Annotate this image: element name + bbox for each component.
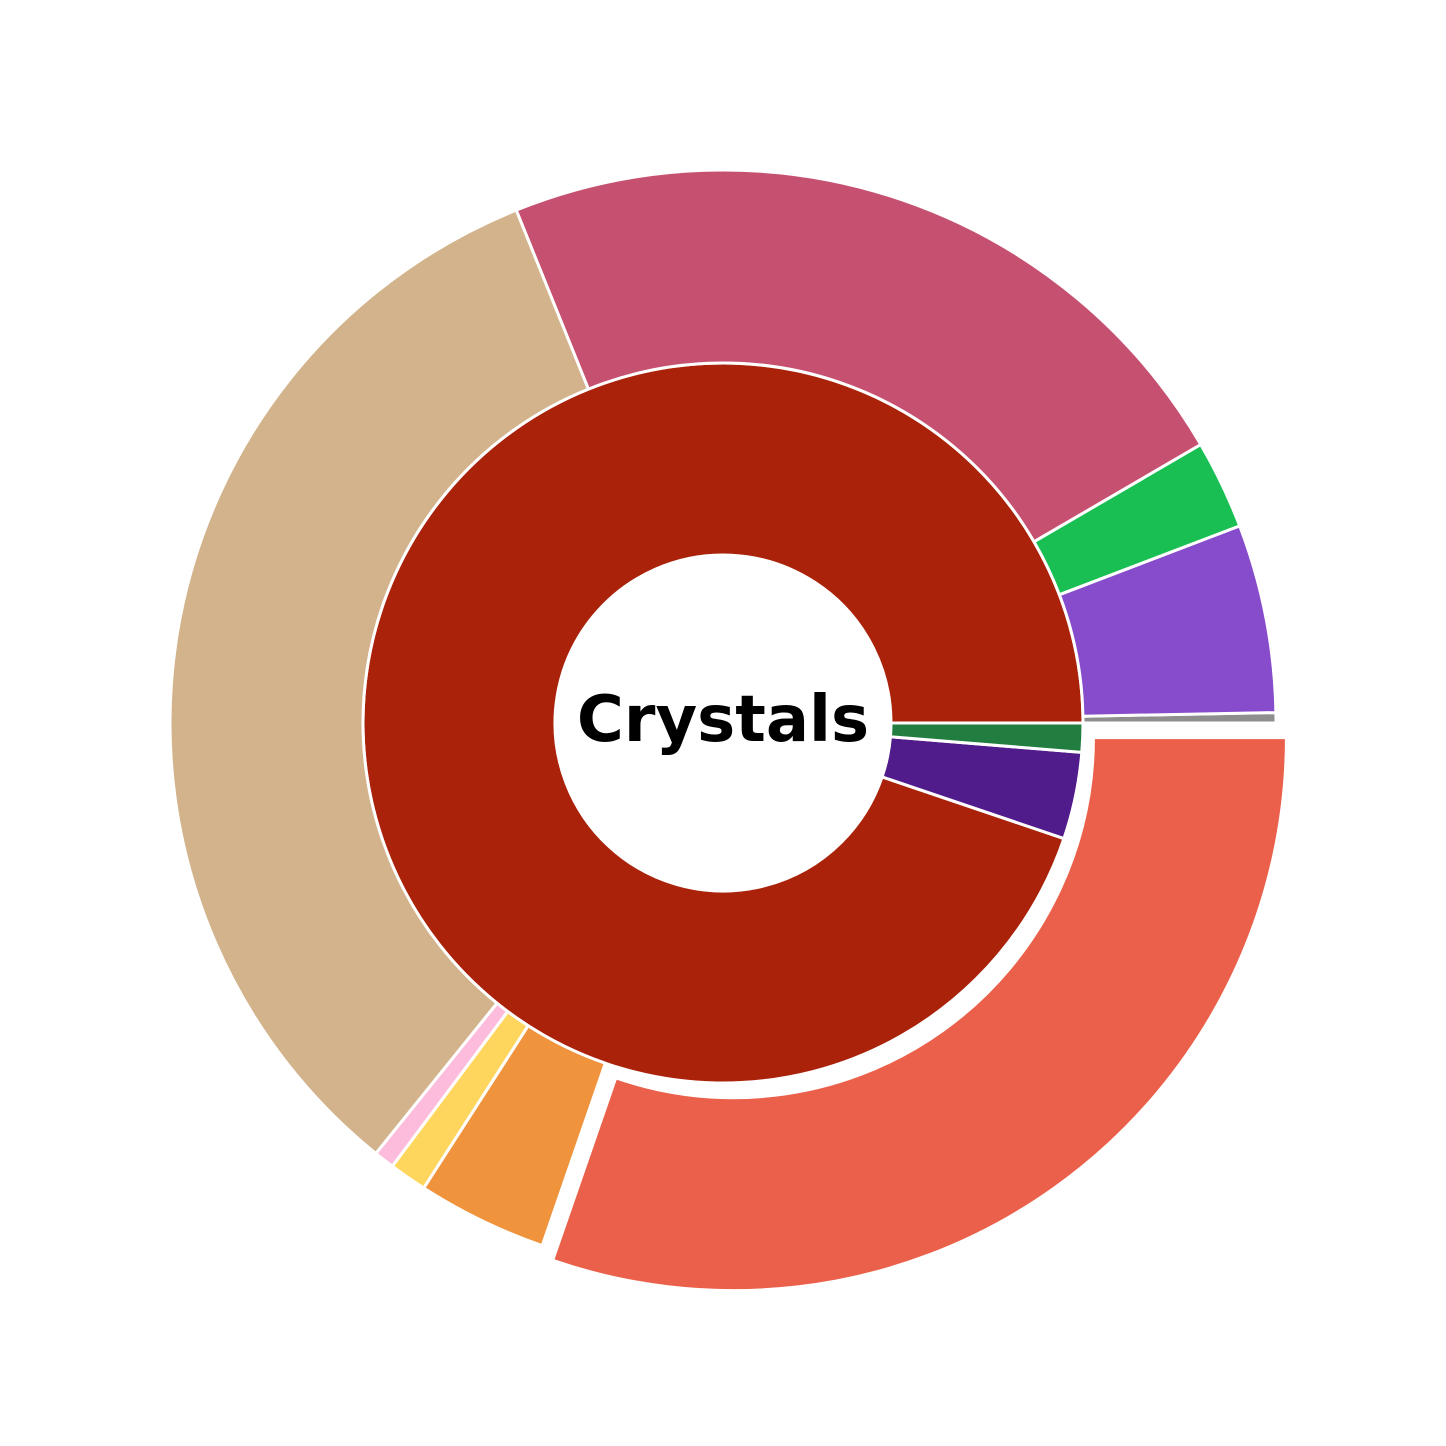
center-label: Crystals [577, 683, 869, 757]
sunburst-chart: Crystals [168, 168, 1288, 1293]
